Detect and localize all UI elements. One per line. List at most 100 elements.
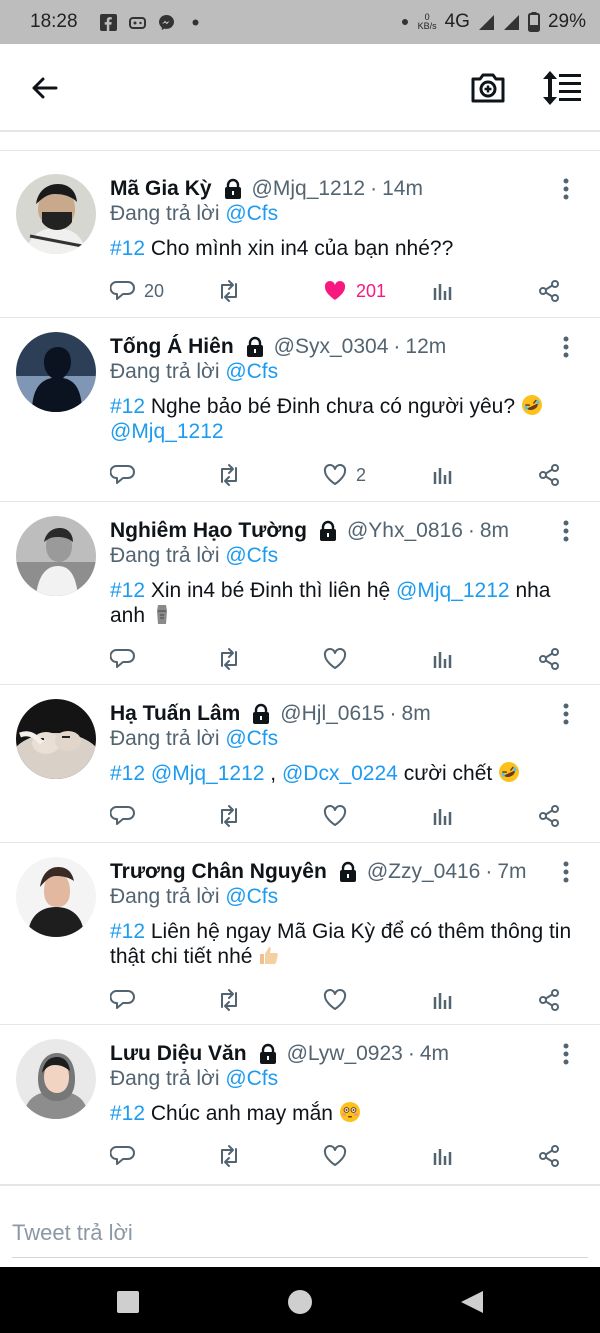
avatar[interactable]	[16, 174, 96, 254]
replying-to-handle[interactable]: @Cfs	[225, 1067, 278, 1090]
analytics-icon	[430, 646, 456, 672]
separator-dot: ·	[389, 702, 397, 725]
mention-link[interactable]: @Mjq_1212	[151, 762, 265, 785]
replying-to-handle[interactable]: @Cfs	[225, 360, 278, 383]
share-button[interactable]	[536, 985, 562, 1015]
author-name[interactable]: Nghiêm Hạo Tường	[110, 519, 307, 543]
back-arrow-icon[interactable]	[26, 70, 62, 106]
flushed-emoji	[339, 1101, 361, 1123]
share-button[interactable]	[536, 1141, 562, 1171]
author-handle[interactable]: @Yhx_0816	[347, 519, 463, 543]
share-button[interactable]	[536, 276, 562, 306]
author-handle[interactable]: @Hjl_0615	[280, 702, 384, 726]
hashtag-link[interactable]: #12	[110, 579, 145, 602]
retweet-button[interactable]	[216, 644, 242, 674]
analytics-button[interactable]	[430, 644, 456, 674]
hashtag-link[interactable]: #12	[110, 237, 145, 260]
hashtag-link[interactable]: #12	[110, 1102, 145, 1125]
lock-icon	[337, 861, 359, 883]
home-icon[interactable]	[287, 1289, 313, 1315]
analytics-button[interactable]	[430, 460, 456, 490]
replying-to-handle[interactable]: @Cfs	[225, 885, 278, 908]
like-count: 2	[356, 464, 367, 485]
lock-icon	[222, 178, 244, 200]
network-type: 4G	[444, 11, 470, 32]
like-icon	[322, 646, 348, 672]
analytics-button[interactable]	[430, 985, 456, 1015]
more-options-icon[interactable]	[556, 334, 576, 360]
hashtag-link[interactable]: #12	[110, 762, 145, 785]
more-options-icon[interactable]	[556, 1041, 576, 1067]
hashtag-link[interactable]: #12	[110, 395, 145, 418]
mention-link[interactable]: @Dcx_0224	[282, 762, 398, 785]
avatar[interactable]	[16, 699, 96, 779]
tweet-header: Tống Á Hiên @Syx_0304 · 12m	[110, 332, 560, 362]
notification-dot-icon	[187, 14, 204, 31]
mention-link[interactable]: @Mjq_1212	[396, 579, 510, 602]
like-button[interactable]	[322, 1141, 348, 1171]
reply-button[interactable]	[110, 644, 136, 674]
author-handle[interactable]: @Syx_0304	[274, 335, 389, 359]
author-name[interactable]: Lưu Diệu Văn	[110, 1042, 247, 1066]
author-handle[interactable]: @Zzy_0416	[367, 860, 481, 884]
tweet-header: Lưu Diệu Văn @Lyw_0923 · 4m	[110, 1039, 560, 1069]
retweet-button[interactable]	[216, 985, 242, 1015]
avatar[interactable]	[16, 332, 96, 412]
author-handle[interactable]: @Lyw_0923	[287, 1042, 403, 1066]
retweet-button[interactable]	[216, 460, 242, 490]
author-name[interactable]: Hạ Tuấn Lâm	[110, 702, 240, 726]
author-handle[interactable]: @Mjq_1212	[252, 177, 366, 201]
tweet[interactable]: Lưu Diệu Văn @Lyw_0923 · 4m Đang trả lời @Cf…	[0, 1025, 600, 1185]
sort-icon[interactable]	[540, 68, 584, 108]
share-button[interactable]	[536, 801, 562, 831]
tweet[interactable]: Hạ Tuấn Lâm @Hjl_0615 · 8m Đang trả lời @Cfs…	[0, 685, 600, 843]
tweet-text: #12 Xin in4 bé Đinh thì liên hệ @Mjq_121…	[110, 578, 580, 628]
reply-button[interactable]	[110, 985, 136, 1015]
like-button[interactable]: 2	[322, 460, 366, 490]
tweet[interactable]: Nghiêm Hạo Tường @Yhx_0816 · 8m Đang trả lời…	[0, 502, 600, 685]
reply-button[interactable]	[110, 460, 136, 490]
more-options-icon[interactable]	[556, 176, 576, 202]
messenger-icon	[158, 14, 175, 31]
share-button[interactable]	[536, 460, 562, 490]
reply-icon	[110, 987, 136, 1013]
retweet-button[interactable]	[216, 801, 242, 831]
author-name[interactable]: Tống Á Hiên	[110, 335, 234, 359]
separator-dot: ·	[370, 177, 378, 200]
reply-input[interactable]	[12, 1208, 588, 1258]
camera-plus-icon[interactable]	[468, 68, 508, 108]
reply-icon	[110, 278, 136, 304]
replying-to-handle[interactable]: @Cfs	[225, 202, 278, 225]
avatar[interactable]	[16, 1039, 96, 1119]
reply-button[interactable]	[110, 1141, 136, 1171]
reply-composer	[0, 1185, 600, 1267]
more-options-icon[interactable]	[556, 701, 576, 727]
reply-button[interactable]: 20	[110, 276, 164, 306]
author-name[interactable]: Trương Chân Nguyên	[110, 860, 327, 884]
retweet-button[interactable]	[216, 276, 242, 306]
mention-link[interactable]: @Mjq_1212	[110, 420, 224, 443]
recents-icon[interactable]	[115, 1289, 141, 1315]
analytics-button[interactable]	[430, 801, 456, 831]
like-button[interactable]: 201	[322, 276, 386, 306]
analytics-button[interactable]	[430, 276, 456, 306]
tweet[interactable]: Tống Á Hiên @Syx_0304 · 12m Đang trả lời @Cf…	[0, 318, 600, 502]
retweet-button[interactable]	[216, 1141, 242, 1171]
like-button[interactable]	[322, 985, 348, 1015]
avatar[interactable]	[16, 857, 96, 937]
back-icon[interactable]	[459, 1289, 485, 1315]
author-name[interactable]: Mã Gia Kỳ	[110, 177, 212, 201]
more-options-icon[interactable]	[556, 518, 576, 544]
tweet[interactable]: Mã Gia Kỳ @Mjq_1212 · 14m Đang trả lời @Cfs #…	[0, 160, 600, 318]
analytics-button[interactable]	[430, 1141, 456, 1171]
more-options-icon[interactable]	[556, 859, 576, 885]
replying-to-handle[interactable]: @Cfs	[225, 544, 278, 567]
avatar[interactable]	[16, 516, 96, 596]
like-button[interactable]	[322, 644, 348, 674]
hashtag-link[interactable]: #12	[110, 920, 145, 943]
reply-button[interactable]	[110, 801, 136, 831]
tweet[interactable]: Trương Chân Nguyên @Zzy_0416 · 7m Đang trả l…	[0, 843, 600, 1025]
share-button[interactable]	[536, 644, 562, 674]
like-button[interactable]	[322, 801, 348, 831]
replying-to-handle[interactable]: @Cfs	[225, 727, 278, 750]
